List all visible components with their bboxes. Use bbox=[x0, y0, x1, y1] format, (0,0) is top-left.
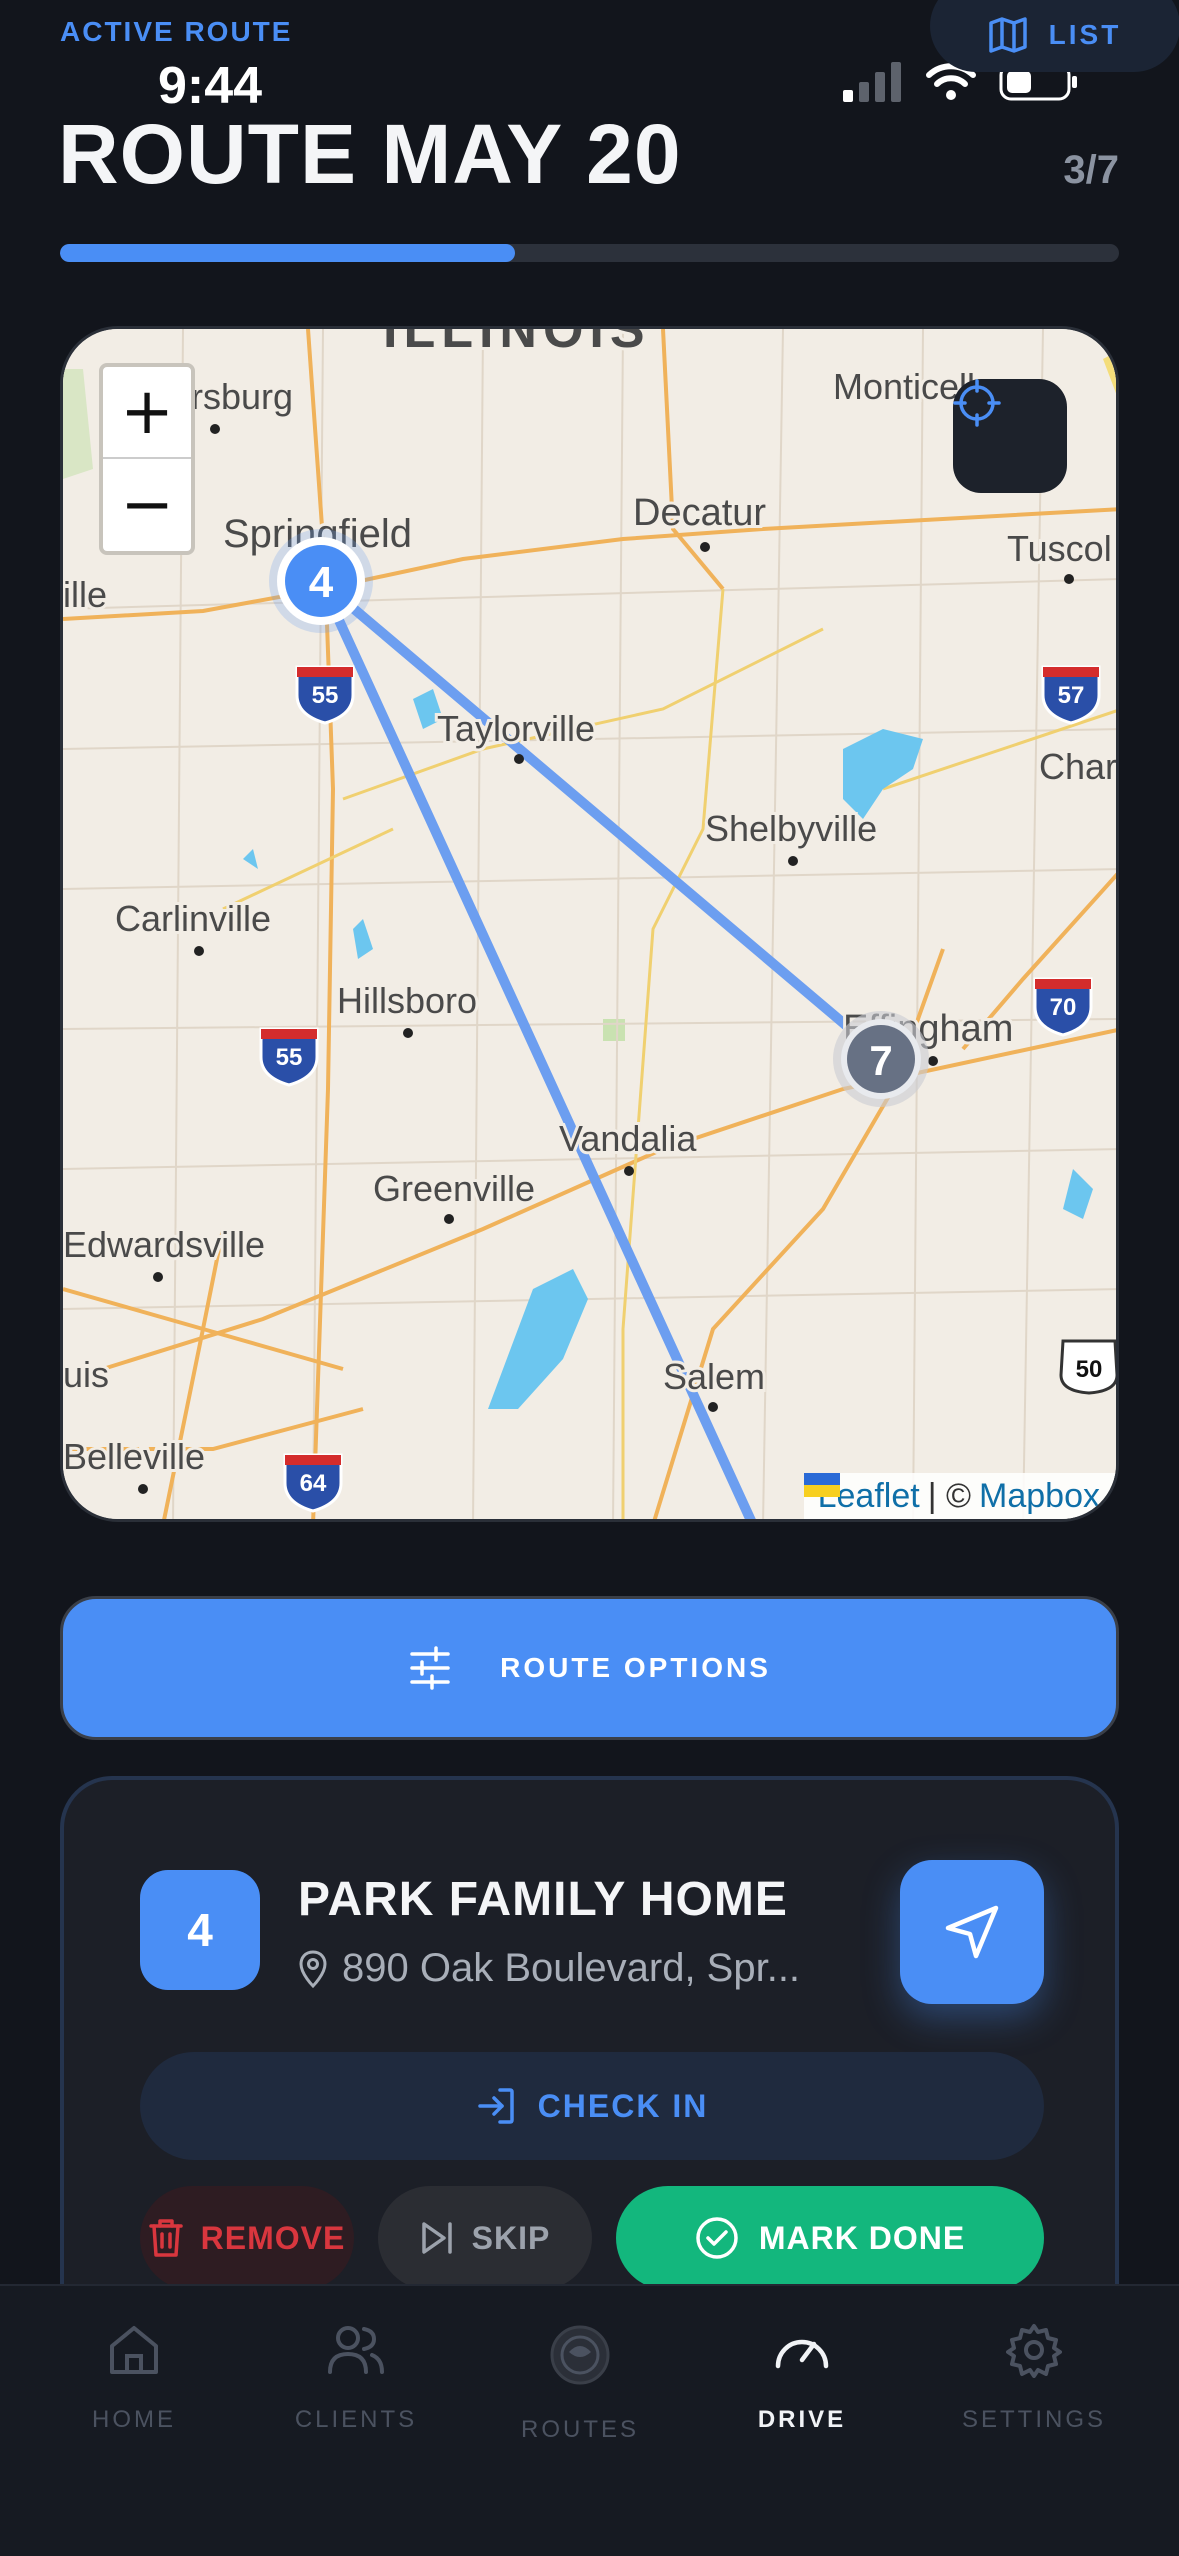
check-circle-icon bbox=[696, 2217, 738, 2259]
map-label-town: Edwardsville bbox=[63, 1224, 265, 1265]
route-options-label: ROUTE OPTIONS bbox=[500, 1652, 771, 1683]
home-icon bbox=[110, 2326, 158, 2374]
tab-drive-label: DRIVE bbox=[757, 2406, 847, 2433]
list-label: LIST bbox=[1048, 19, 1122, 50]
interstate-shield-icon: 70 bbox=[1033, 977, 1093, 1037]
map-label-state: ILLINOIS bbox=[383, 329, 651, 359]
svg-text:55: 55 bbox=[312, 682, 339, 709]
mark-done-button[interactable]: MARK DONE bbox=[616, 2186, 1044, 2290]
svg-text:55: 55 bbox=[276, 1044, 303, 1071]
list-view-button[interactable]: LIST bbox=[930, 0, 1179, 72]
bottom-tab-bar: HOME CLIENTS ROUTES DRIVE SETTINGS bbox=[0, 2284, 1179, 2556]
log-in-icon bbox=[477, 2088, 514, 2124]
map-label-town: Taylorville bbox=[437, 708, 595, 749]
trash-icon bbox=[148, 2219, 183, 2257]
mapbox-link[interactable]: Mapbox bbox=[979, 1477, 1100, 1516]
map-label-town: Char bbox=[1039, 746, 1117, 787]
mark-done-label: MARK DONE bbox=[758, 2219, 966, 2256]
map-label-city: Decatur bbox=[633, 492, 766, 534]
interstate-shield-icon: 55 bbox=[295, 665, 355, 725]
tab-settings[interactable]: SETTINGS bbox=[934, 2322, 1134, 2434]
interstate-shield-icon: 64 bbox=[283, 1453, 343, 1513]
skip-stop-button[interactable]: SKIP bbox=[378, 2186, 592, 2290]
us-route-shield-icon: 50 bbox=[1059, 1339, 1116, 1395]
remove-label: REMOVE bbox=[200, 2219, 346, 2256]
route-options-button[interactable]: ROUTE OPTIONS bbox=[60, 1596, 1119, 1740]
stop-counter: 3/7 bbox=[1063, 148, 1119, 192]
tab-routes-label: ROUTES bbox=[520, 2416, 639, 2443]
zoom-in-button[interactable]: + bbox=[103, 367, 191, 459]
stop-address: 890 Oak Boulevard, Spr... bbox=[298, 1946, 800, 1991]
cellular-signal-icon bbox=[843, 62, 901, 102]
route-progress-bar bbox=[60, 244, 1119, 262]
navigation-arrow-icon bbox=[945, 1905, 999, 1959]
tab-clients[interactable]: CLIENTS bbox=[256, 2322, 456, 2434]
svg-text:50: 50 bbox=[1076, 1356, 1103, 1383]
map-icon bbox=[988, 17, 1027, 53]
map-label-town: Salem bbox=[663, 1356, 765, 1397]
map-label-town: uis bbox=[63, 1354, 109, 1395]
tab-settings-label: SETTINGS bbox=[961, 2406, 1106, 2433]
map-label-town: Vandalia bbox=[559, 1118, 697, 1159]
route-map[interactable]: ILLINOIS ersburg Monticello Springfield … bbox=[60, 326, 1119, 1522]
tab-routes[interactable]: ROUTES bbox=[480, 2322, 680, 2444]
map-marker-stop[interactable]: 7 bbox=[833, 1011, 929, 1107]
check-in-label: CHECK IN bbox=[537, 2087, 709, 2124]
crosshair-icon bbox=[953, 379, 1001, 427]
skip-forward-icon bbox=[421, 2222, 452, 2254]
users-icon bbox=[328, 2326, 384, 2374]
locate-me-button[interactable] bbox=[953, 379, 1067, 493]
map-label-town: Belleville bbox=[63, 1436, 205, 1477]
map-attribution: Leaflet | © Mapbox bbox=[803, 1473, 1116, 1519]
map-label-town: Hillsboro bbox=[337, 980, 477, 1021]
stop-address-text: 890 Oak Boulevard, Spr... bbox=[342, 1946, 801, 1990]
map-marker-stop[interactable]: 4 bbox=[269, 529, 373, 633]
ukraine-flag-icon bbox=[803, 1473, 840, 1497]
zoom-controls: + − bbox=[99, 363, 195, 555]
svg-text:4: 4 bbox=[309, 558, 334, 607]
location-pin-icon bbox=[299, 1949, 327, 1988]
routes-logo-icon bbox=[550, 2325, 610, 2385]
tab-clients-label: CLIENTS bbox=[294, 2406, 418, 2433]
sliders-icon bbox=[410, 1646, 450, 1690]
skip-label: SKIP bbox=[471, 2219, 551, 2256]
svg-text:7: 7 bbox=[869, 1037, 892, 1084]
stop-name: PARK FAMILY HOME bbox=[298, 1873, 788, 1926]
interstate-shield-icon: 57 bbox=[1041, 665, 1101, 725]
gear-icon bbox=[1006, 2324, 1062, 2378]
stop-number-badge: 4 bbox=[140, 1870, 260, 1990]
remove-stop-button[interactable]: REMOVE bbox=[140, 2186, 354, 2290]
check-in-button[interactable]: CHECK IN bbox=[140, 2052, 1044, 2160]
svg-text:57: 57 bbox=[1058, 682, 1085, 709]
map-label-town: ille bbox=[63, 574, 107, 615]
map-label-town: Carlinville bbox=[115, 898, 271, 939]
map-label-town: Shelbyville bbox=[705, 808, 877, 849]
page-title: ROUTE MAY 20 bbox=[58, 107, 682, 201]
zoom-out-button[interactable]: − bbox=[103, 459, 191, 551]
tab-home[interactable]: HOME bbox=[34, 2322, 234, 2434]
tab-home-label: HOME bbox=[92, 2406, 176, 2433]
svg-text:70: 70 bbox=[1050, 994, 1077, 1021]
map-tiles[interactable]: ILLINOIS ersburg Monticello Springfield … bbox=[63, 329, 1119, 1522]
svg-text:64: 64 bbox=[300, 1470, 327, 1497]
speedometer-icon bbox=[775, 2339, 829, 2369]
tab-drive[interactable]: DRIVE bbox=[702, 2322, 902, 2434]
interstate-shield-icon: 55 bbox=[259, 1027, 319, 1087]
attribution-separator: | © bbox=[927, 1476, 972, 1515]
map-label-town: Tuscol bbox=[1007, 528, 1112, 569]
map-label-town: Greenville bbox=[373, 1168, 535, 1209]
navigate-button[interactable] bbox=[900, 1860, 1044, 2004]
route-progress-fill bbox=[60, 244, 516, 262]
active-route-label: ACTIVE ROUTE bbox=[60, 16, 293, 47]
